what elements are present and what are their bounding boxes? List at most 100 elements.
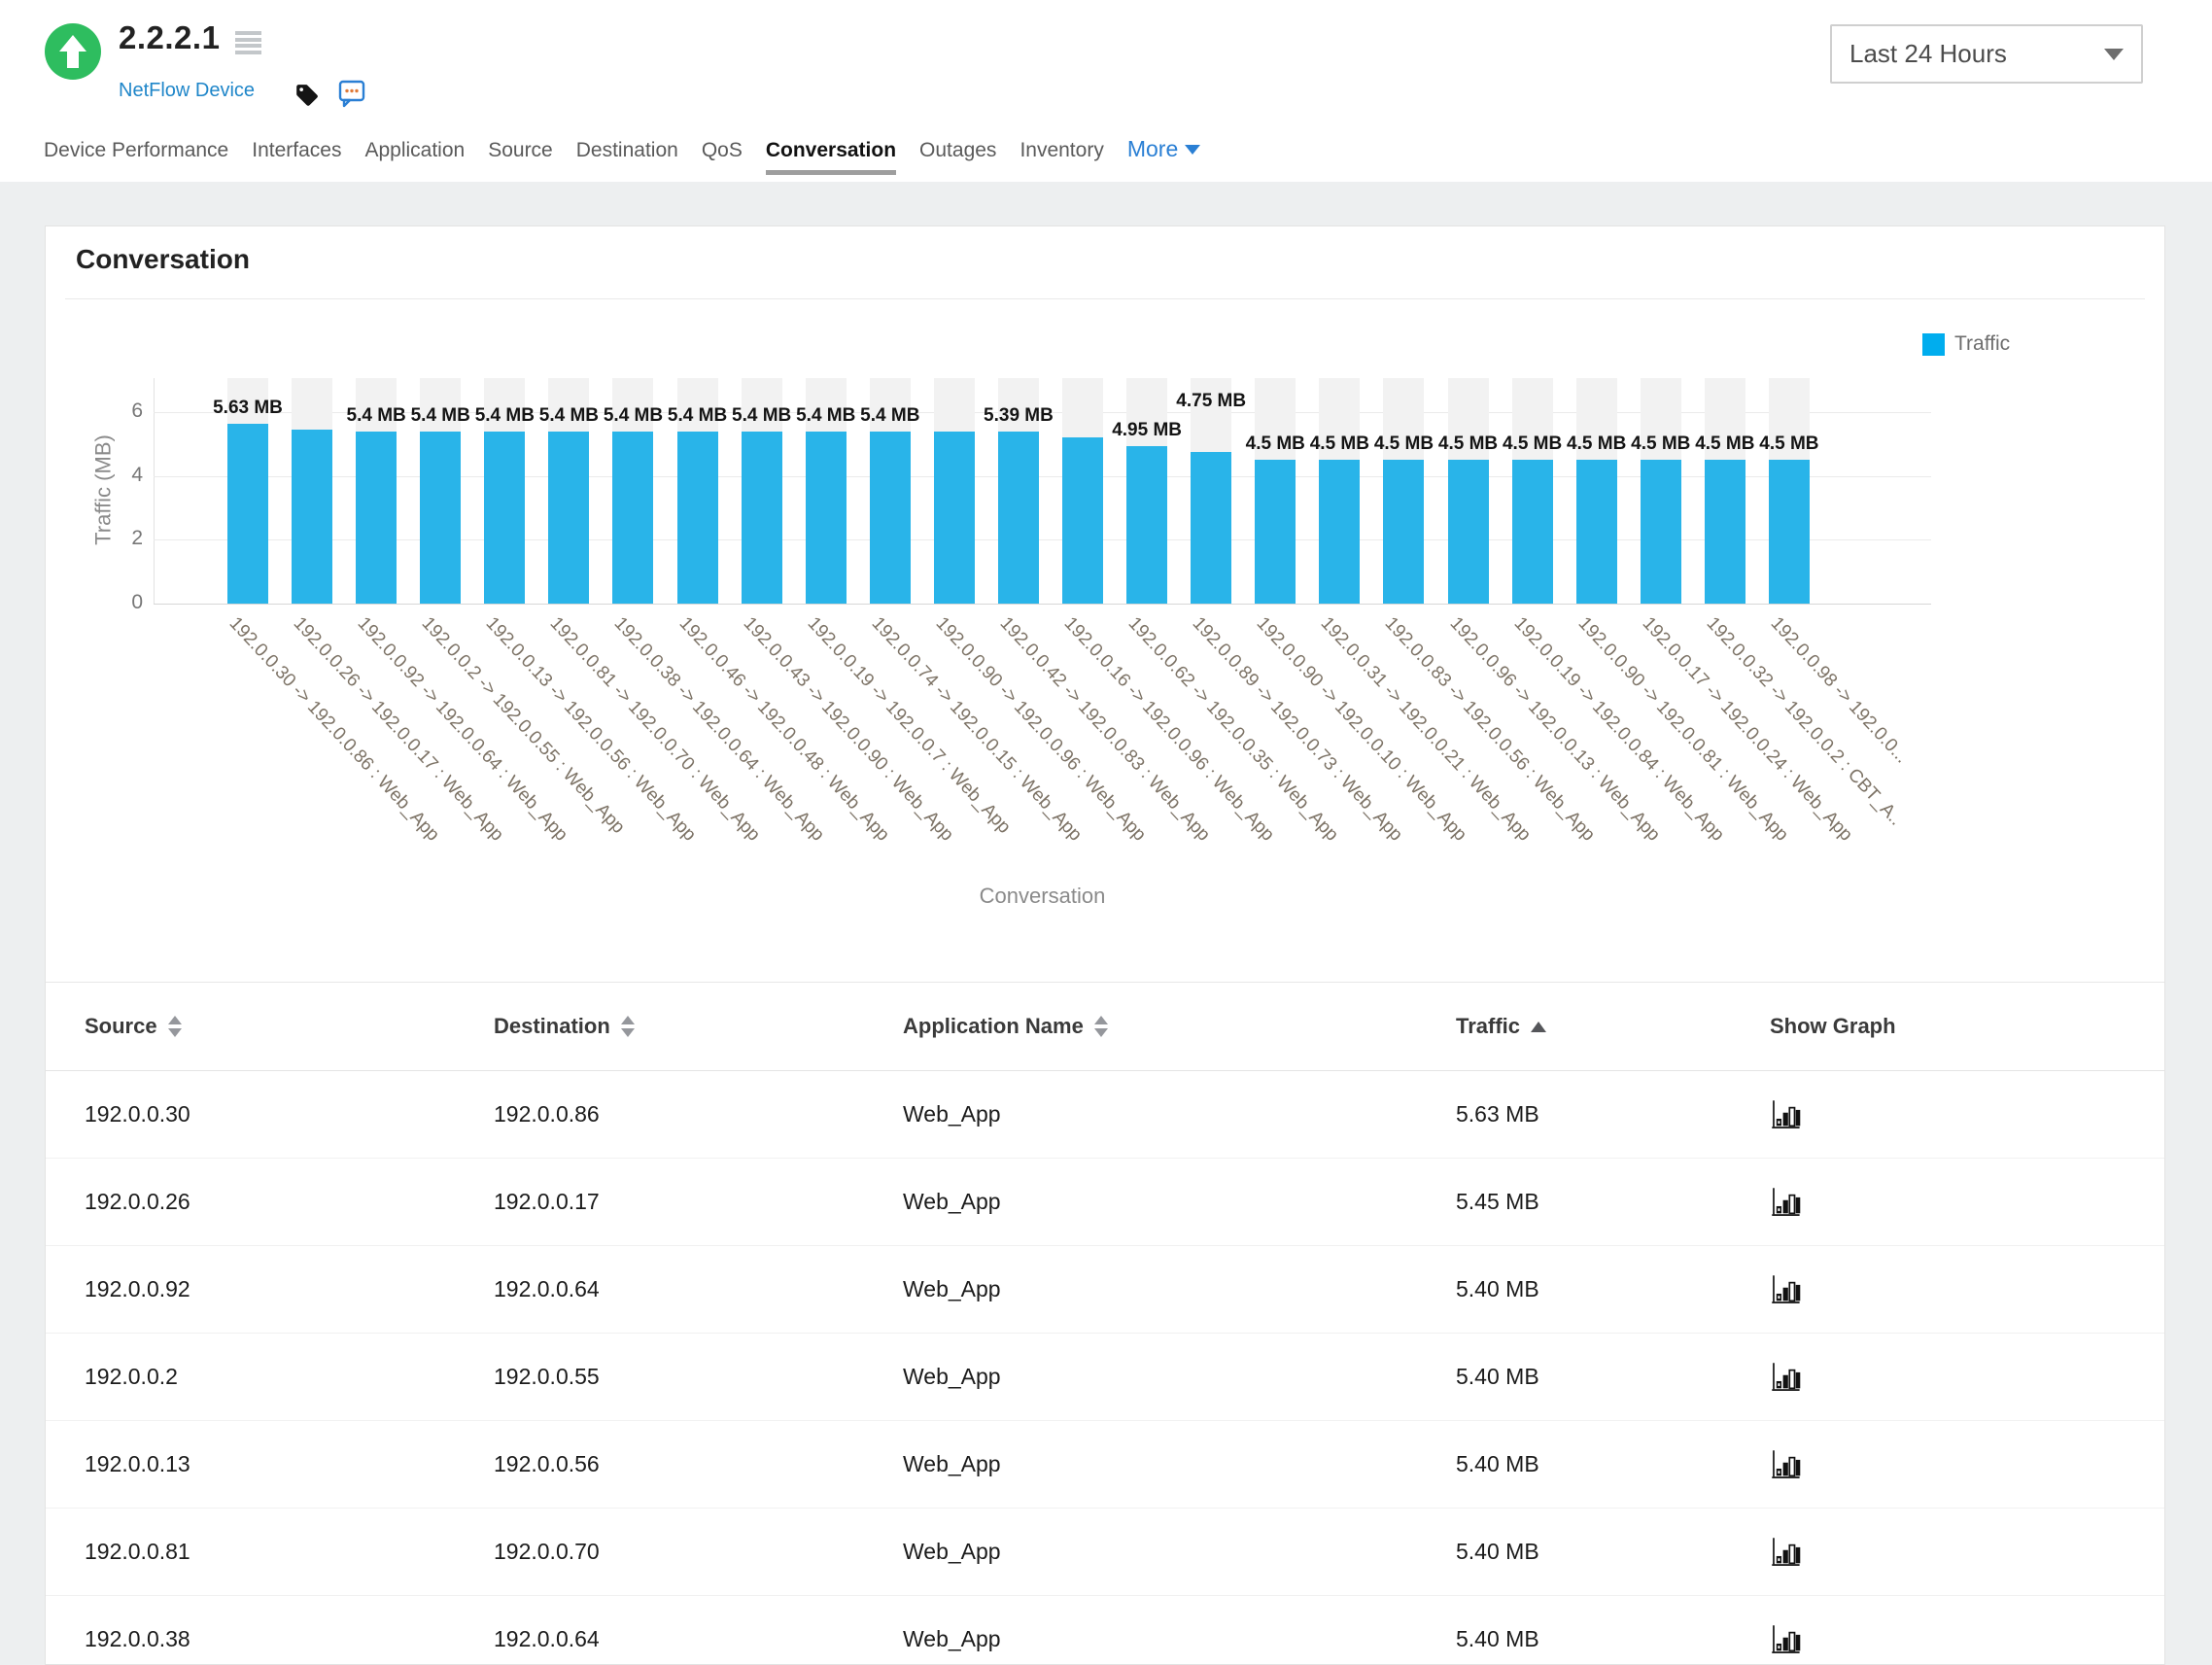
traffic-bar[interactable]	[1448, 460, 1489, 604]
table-row: 192.0.0.2192.0.0.55Web_App5.40 MB	[46, 1334, 2164, 1421]
cell-source: 192.0.0.81	[85, 1539, 494, 1565]
cell-source: 192.0.0.26	[85, 1189, 494, 1215]
cell-application: Web_App	[903, 1451, 1456, 1477]
column-label: Destination	[494, 1014, 610, 1039]
show-graph-icon[interactable]	[1770, 1186, 1803, 1219]
traffic-bar-chart: Traffic Traffic (MB) Conversation 02465.…	[46, 226, 2164, 975]
table-row: 192.0.0.30192.0.0.86Web_App5.63 MB	[46, 1071, 2164, 1159]
traffic-bar[interactable]	[742, 432, 782, 604]
chart-legend[interactable]: Traffic	[1922, 332, 2010, 356]
column-header-application-name[interactable]: Application Name	[903, 1014, 1456, 1039]
traffic-bar[interactable]	[870, 432, 911, 604]
legend-swatch	[1922, 333, 1945, 356]
tab-interfaces[interactable]: Interfaces	[252, 139, 341, 175]
column-header-traffic[interactable]: Traffic	[1456, 1014, 1770, 1039]
traffic-bar[interactable]	[677, 432, 718, 604]
traffic-bar[interactable]	[1512, 460, 1553, 604]
traffic-bar[interactable]	[612, 432, 653, 604]
tab-inventory[interactable]: Inventory	[1020, 139, 1103, 175]
traffic-bar[interactable]	[1641, 460, 1681, 604]
traffic-bar[interactable]	[806, 432, 847, 604]
tab-application[interactable]: Application	[364, 139, 465, 175]
traffic-bar[interactable]	[1255, 460, 1296, 604]
traffic-bar[interactable]	[356, 432, 397, 604]
traffic-bar[interactable]	[1062, 437, 1103, 604]
cell-source: 192.0.0.13	[85, 1451, 494, 1477]
y-tick-label: 0	[85, 591, 143, 614]
tab-conversation[interactable]: Conversation	[766, 139, 896, 175]
column-header-source[interactable]: Source	[85, 1014, 494, 1039]
traffic-bar[interactable]	[1191, 452, 1231, 604]
column-label: Show Graph	[1770, 1014, 1896, 1039]
cell-application: Web_App	[903, 1626, 1456, 1652]
sort-icon[interactable]	[168, 1016, 182, 1037]
cell-traffic: 5.40 MB	[1456, 1539, 1770, 1565]
cell-destination: 192.0.0.86	[494, 1101, 903, 1127]
sort-asc-icon[interactable]	[1531, 1022, 1546, 1032]
traffic-bar[interactable]	[1126, 446, 1167, 604]
traffic-bar[interactable]	[1576, 460, 1617, 604]
column-label: Application Name	[903, 1014, 1084, 1039]
cell-source: 192.0.0.2	[85, 1364, 494, 1390]
traffic-bar[interactable]	[998, 432, 1039, 604]
tab-source[interactable]: Source	[488, 139, 553, 175]
column-header-show-graph: Show Graph	[1770, 1014, 2164, 1039]
more-label: More	[1127, 136, 1178, 162]
chevron-down-icon	[2104, 49, 2124, 60]
cell-traffic: 5.40 MB	[1456, 1626, 1770, 1652]
hamburger-menu-icon[interactable]	[235, 31, 261, 54]
table-row: 192.0.0.81192.0.0.70Web_App5.40 MB	[46, 1509, 2164, 1596]
traffic-bar[interactable]	[292, 430, 332, 604]
traffic-bar[interactable]	[1769, 460, 1810, 604]
show-graph-icon[interactable]	[1770, 1098, 1803, 1131]
show-graph-icon[interactable]	[1770, 1448, 1803, 1481]
tab-outages[interactable]: Outages	[919, 139, 996, 175]
y-tick-label: 2	[85, 527, 143, 550]
y-tick-label: 6	[85, 399, 143, 423]
traffic-bar[interactable]	[548, 432, 589, 604]
tag-icon[interactable]	[294, 83, 320, 108]
legend-label: Traffic	[1954, 332, 2010, 356]
traffic-bar[interactable]	[227, 424, 268, 604]
cell-destination: 192.0.0.64	[494, 1276, 903, 1302]
page: 2.2.2.1 NetFlow Device Last 24 Hours	[0, 0, 2212, 1665]
device-up-status-icon	[44, 22, 102, 81]
gridline-0	[154, 604, 1931, 605]
table-header-row: Source Destination Application Name Traffic…	[46, 983, 2164, 1071]
tab-more[interactable]: More	[1127, 136, 1200, 175]
show-graph-icon[interactable]	[1770, 1536, 1803, 1569]
traffic-bar[interactable]	[1383, 460, 1424, 604]
table-row: 192.0.0.38192.0.0.64Web_App5.40 MB	[46, 1596, 2164, 1665]
table-row: 192.0.0.92192.0.0.64Web_App5.40 MB	[46, 1246, 2164, 1334]
sort-icon[interactable]	[621, 1016, 635, 1037]
sort-icon[interactable]	[1094, 1016, 1108, 1037]
table-row: 192.0.0.26192.0.0.17Web_App5.45 MB	[46, 1159, 2164, 1246]
cell-destination: 192.0.0.55	[494, 1364, 903, 1390]
x-axis-title: Conversation	[154, 884, 1931, 909]
topbar: 2.2.2.1 NetFlow Device Last 24 Hours	[0, 0, 2212, 182]
traffic-bar[interactable]	[1319, 460, 1360, 604]
tab-destination[interactable]: Destination	[576, 139, 678, 175]
show-graph-icon[interactable]	[1770, 1273, 1803, 1306]
traffic-bar[interactable]	[484, 432, 525, 604]
cell-application: Web_App	[903, 1189, 1456, 1215]
cell-application: Web_App	[903, 1539, 1456, 1565]
conversation-card: Conversation Traffic Traffic (MB) Conver…	[45, 225, 2165, 1665]
column-label: Source	[85, 1014, 157, 1039]
more-chevron-down-icon	[1185, 145, 1200, 155]
traffic-bar[interactable]	[1705, 460, 1745, 604]
comment-icon[interactable]	[337, 79, 366, 108]
traffic-bar[interactable]	[420, 432, 461, 604]
bar-value-label: 4.5 MB	[1721, 434, 1857, 455]
cell-traffic: 5.40 MB	[1456, 1451, 1770, 1477]
traffic-bar[interactable]	[934, 432, 975, 604]
tab-device-performance[interactable]: Device Performance	[44, 139, 228, 175]
cell-traffic: 5.40 MB	[1456, 1364, 1770, 1390]
time-range-select[interactable]: Last 24 Hours	[1830, 24, 2143, 84]
show-graph-icon[interactable]	[1770, 1361, 1803, 1394]
cell-application: Web_App	[903, 1101, 1456, 1127]
tab-qos[interactable]: QoS	[702, 139, 743, 175]
column-header-destination[interactable]: Destination	[494, 1014, 903, 1039]
show-graph-icon[interactable]	[1770, 1623, 1803, 1656]
netflow-device-link[interactable]: NetFlow Device	[119, 80, 255, 102]
